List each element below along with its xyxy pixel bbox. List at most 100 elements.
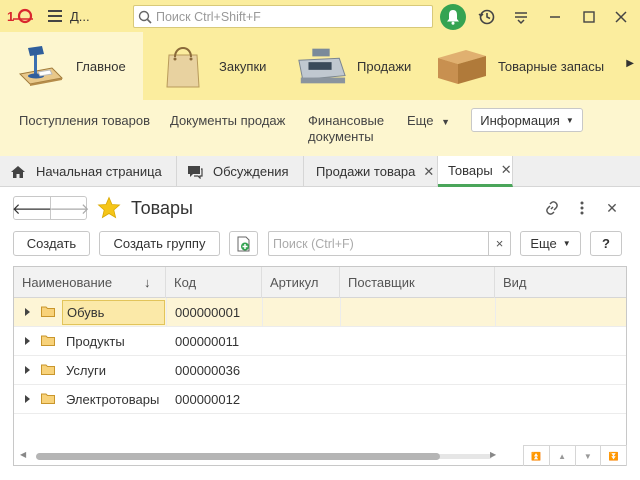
column-header-code[interactable]: Код (166, 267, 262, 298)
column-header-supplier[interactable]: Поставщик (340, 267, 495, 298)
list-search-input[interactable]: Поиск (Ctrl+F) × (268, 231, 511, 256)
scroll-right-icon[interactable]: ▶ (490, 450, 496, 459)
scroll-to-last-icon[interactable]: ⏬ (601, 446, 627, 466)
expand-arrow-icon[interactable] (25, 395, 30, 403)
more-button-label: Еще (530, 236, 557, 251)
home-icon (11, 165, 25, 178)
link-icon[interactable] (542, 198, 562, 218)
cell-code: 000000012 (175, 392, 241, 407)
section-sales[interactable]: Продажи (281, 32, 422, 100)
section-inventory[interactable]: Товарные запасы (422, 32, 622, 100)
horizontal-scrollbar[interactable]: ◀ ▶ (14, 447, 504, 465)
history-icon[interactable] (476, 6, 498, 28)
scroll-to-first-icon[interactable]: ⏫ (524, 446, 550, 466)
more-actions-icon[interactable] (572, 198, 592, 218)
scroll-left-icon[interactable]: ◀ (20, 450, 26, 459)
column-header-name[interactable]: Наименование ↓ (14, 267, 166, 298)
forward-arrow-icon[interactable]: 🡒 (49, 197, 89, 219)
favorite-star-icon[interactable] (97, 196, 121, 220)
help-button[interactable]: ? (590, 231, 622, 256)
close-tab-icon[interactable]: ✕ (501, 162, 512, 178)
sections-panel: Главное Закупки Продажи Товарные запасы (0, 32, 640, 100)
tab-label: Продажи товара (316, 164, 416, 179)
cash-register-icon (295, 42, 347, 90)
clear-search-icon[interactable]: × (488, 232, 510, 255)
close-tab-icon[interactable]: ✕ (423, 164, 434, 180)
information-label: Информация (480, 112, 560, 128)
close-form-icon[interactable]: ✕ (602, 198, 622, 218)
table-row[interactable]: Продукты 000000011 (14, 327, 626, 356)
tab-label: Обсуждения (213, 164, 289, 179)
information-button[interactable]: Информация ▼ (471, 108, 583, 132)
app-title: Д... (70, 8, 90, 24)
expand-arrow-icon[interactable] (25, 337, 30, 345)
section-main[interactable]: Главное (0, 32, 143, 100)
list-search-placeholder: Поиск (Ctrl+F) (273, 236, 354, 251)
cell-name: Продукты (66, 334, 125, 349)
command-sales-documents[interactable]: Документы продаж (170, 113, 285, 129)
search-icon (138, 10, 152, 24)
navigation-buttons: 🡐 🡒 (12, 196, 90, 220)
goods-table: Наименование ↓ Код Артикул Поставщик Вид… (13, 266, 627, 466)
table-row[interactable]: Услуги 000000036 (14, 356, 626, 385)
table-header: Наименование ↓ Код Артикул Поставщик Вид (14, 267, 626, 298)
tab-discussions[interactable]: Обсуждения (177, 156, 304, 187)
expand-arrow-icon[interactable] (25, 308, 30, 316)
tab-product-sales[interactable]: Продажи товара ✕ (304, 156, 438, 187)
settings-menu-icon[interactable] (510, 6, 532, 28)
chevron-down-icon: ▼ (562, 239, 571, 248)
cardboard-box-icon (436, 42, 488, 90)
scroll-down-icon[interactable]: ▼ (576, 446, 602, 466)
expand-arrow-icon[interactable] (25, 366, 30, 374)
sections-scroll-right-icon[interactable]: ▶ (626, 58, 634, 69)
cell-name: Услуги (66, 363, 106, 378)
chevron-down-icon: ▼ (565, 115, 574, 125)
scrollbar-thumb[interactable] (36, 453, 440, 460)
folder-icon (41, 335, 55, 346)
back-arrow-icon[interactable]: 🡐 (12, 197, 52, 219)
global-search-placeholder: Поиск Ctrl+Shift+F (156, 9, 261, 24)
column-header-label: Наименование (22, 275, 113, 290)
section-label: Закупки (219, 58, 267, 74)
main-menu-icon[interactable] (40, 0, 70, 32)
table-row[interactable]: Электротовары 000000012 (14, 385, 626, 414)
section-label: Продажи (357, 58, 412, 74)
command-more[interactable]: Еще ▼ (407, 113, 450, 130)
section-label: Товарные запасы (498, 58, 605, 74)
close-window-icon[interactable] (610, 6, 632, 28)
command-more-label: Еще (407, 113, 434, 128)
column-header-kind[interactable]: Вид (495, 267, 626, 298)
command-financial-documents[interactable]: Финансовые документы (308, 113, 384, 145)
command-financial-line2: документы (308, 129, 374, 144)
add-from-template-button[interactable] (229, 231, 258, 256)
command-financial-line1: Финансовые (308, 113, 385, 128)
shopping-bag-icon (157, 42, 209, 90)
table-row[interactable]: Обувь 000000001 (14, 298, 626, 327)
tab-goods[interactable]: Товары ✕ (438, 156, 513, 187)
cell-name: Электротовары (66, 392, 160, 407)
sort-arrow-icon: ↓ (144, 275, 151, 290)
notifications-bell-icon[interactable] (440, 4, 466, 30)
folder-icon (41, 306, 55, 317)
maximize-icon[interactable] (578, 6, 600, 28)
tab-label: Товары (448, 162, 493, 178)
minimize-icon[interactable] (544, 6, 566, 28)
scroll-up-icon[interactable]: ▲ (550, 446, 576, 466)
document-add-icon (237, 236, 249, 251)
create-button[interactable]: Создать (13, 231, 90, 256)
global-search-input[interactable]: Поиск Ctrl+Shift+F (133, 5, 433, 28)
tab-home[interactable]: Начальная страница (0, 156, 177, 187)
column-header-article[interactable]: Артикул (262, 267, 340, 298)
folder-icon (41, 364, 55, 375)
create-group-button[interactable]: Создать группу (99, 231, 220, 256)
svg-text:1: 1 (7, 9, 14, 24)
section-purchases[interactable]: Закупки (143, 32, 281, 100)
tab-label: Начальная страница (36, 164, 162, 179)
command-receipts[interactable]: Поступления товаров (19, 113, 150, 129)
cell-code: 000000001 (175, 305, 241, 320)
page-title: Товары (131, 198, 193, 218)
chevron-down-icon: ▼ (441, 117, 450, 127)
more-button[interactable]: Еще ▼ (520, 231, 581, 256)
cell-name: Обувь (62, 300, 165, 325)
chat-icon (188, 165, 203, 179)
